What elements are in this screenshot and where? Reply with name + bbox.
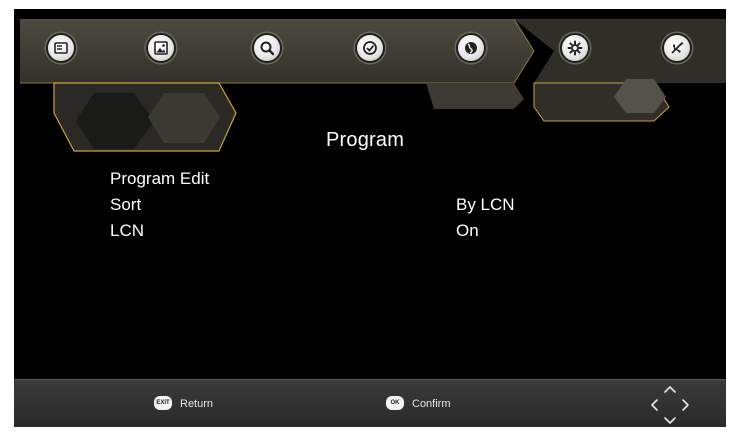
- lcn-value[interactable]: On: [456, 221, 479, 241]
- globe-icon[interactable]: [458, 35, 484, 61]
- search-icon[interactable]: [254, 35, 280, 61]
- tv-menu-screen: Program Program Edit Sort By LCN LCN On …: [14, 9, 726, 427]
- gear-icon[interactable]: [562, 35, 588, 61]
- footer-bar: EXIT Return OK Confirm: [14, 379, 726, 427]
- ok-key-icon: OK: [386, 396, 404, 410]
- exit-key-icon: EXIT: [154, 396, 172, 410]
- sort-value[interactable]: By LCN: [456, 195, 515, 215]
- menu-item-lcn[interactable]: LCN: [110, 221, 144, 241]
- menu-item-sort[interactable]: Sort: [110, 195, 141, 215]
- menu-item-program-edit[interactable]: Program Edit: [110, 169, 209, 189]
- return-hint[interactable]: Return: [180, 398, 213, 410]
- navigation-arrows-icon: [651, 386, 689, 424]
- menu-title: Program: [326, 129, 405, 151]
- confirm-hint[interactable]: Confirm: [412, 398, 451, 410]
- picture-icon[interactable]: [148, 35, 174, 61]
- usb-icon[interactable]: [664, 35, 690, 61]
- time-icon[interactable]: [357, 35, 383, 61]
- program-icon[interactable]: [48, 35, 74, 61]
